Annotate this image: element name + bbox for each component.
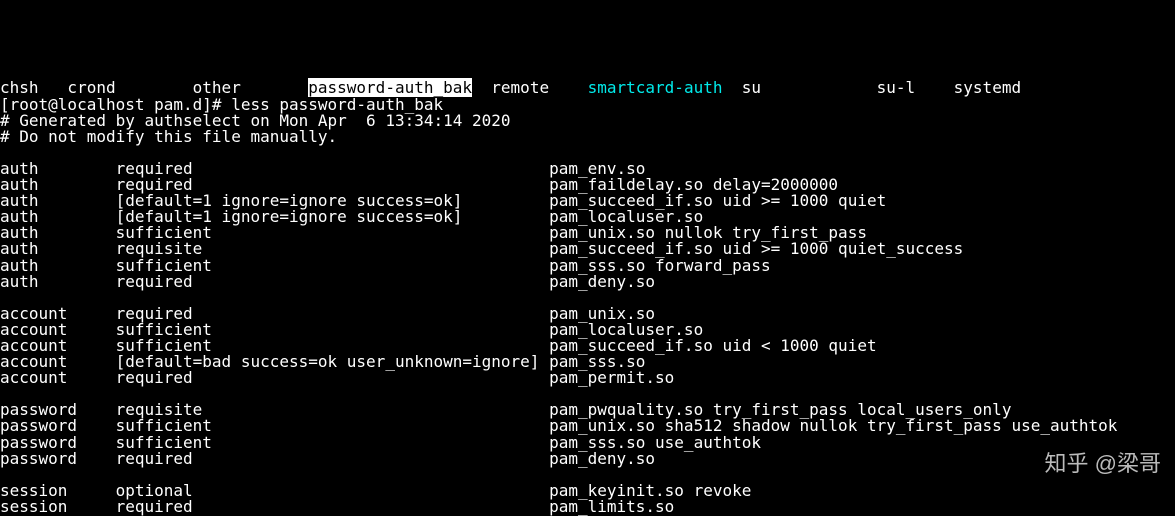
pam-line: auth required pam_deny.so [0,272,655,291]
ls-item: su su-l systemd [722,78,1021,97]
ls-item-symlink: smartcard-auth [588,78,723,97]
terminal-output[interactable]: chsh crond other password-auth_bak remot… [0,80,1175,516]
file-comment: # Do not modify this file manually. [0,127,337,146]
pam-line: password required pam_deny.so [0,449,655,468]
pam-line: -session optional pam_systemd.so [0,513,684,516]
ls-item: remote [472,78,588,97]
pam-line: account required pam_permit.so [0,368,674,387]
